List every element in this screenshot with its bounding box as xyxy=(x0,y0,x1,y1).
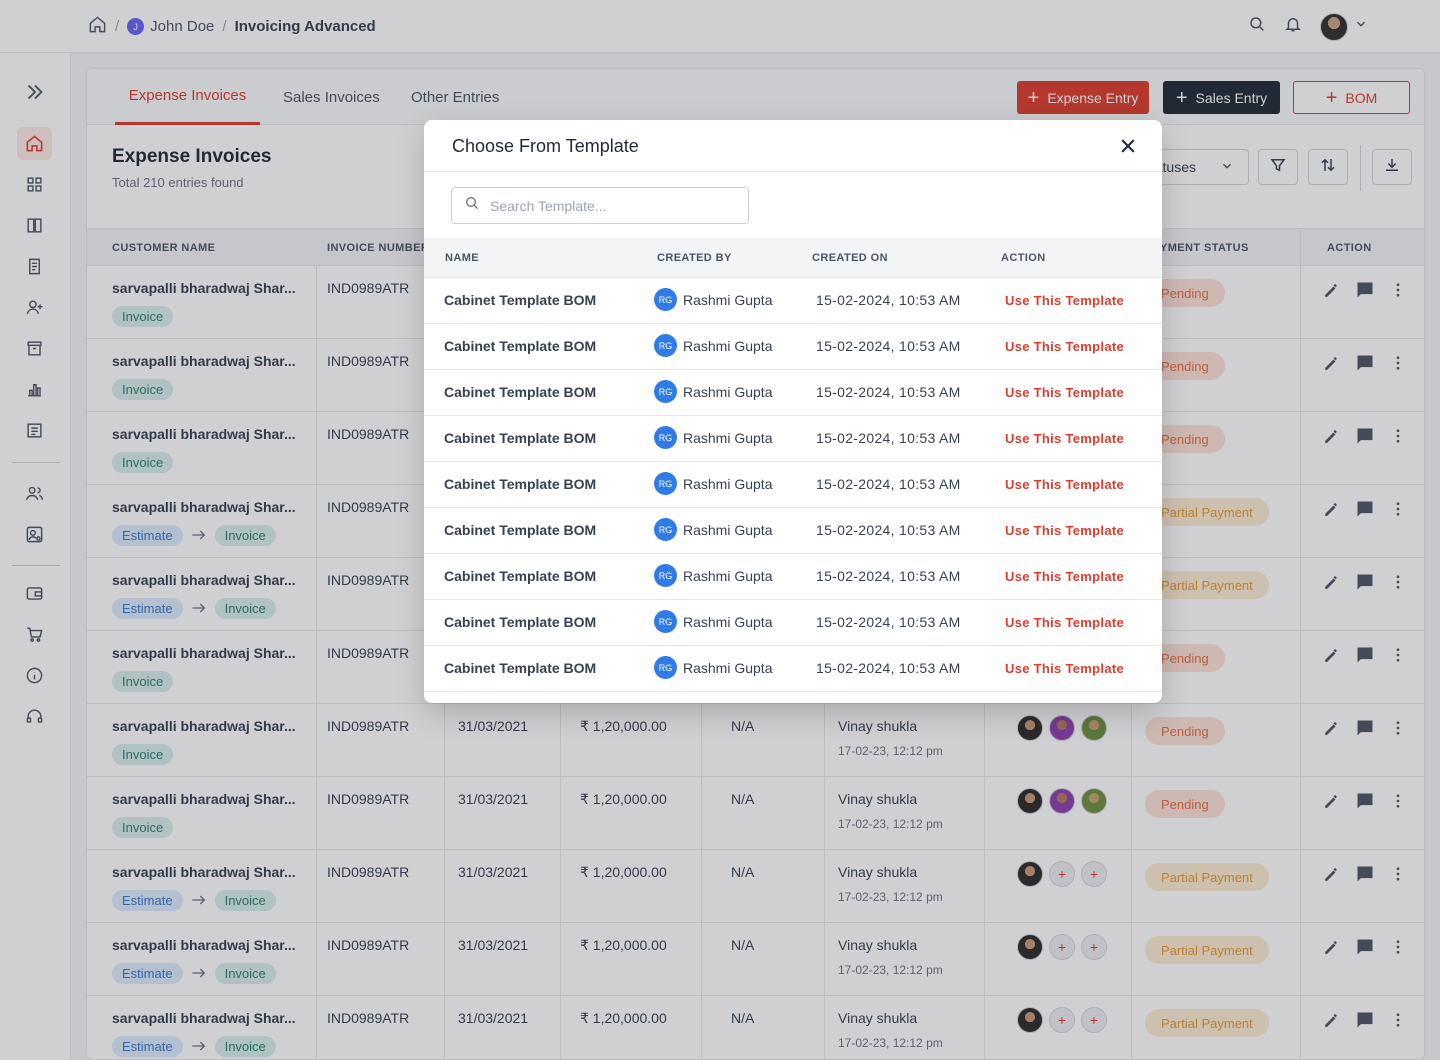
creator-initials-avatar: RG xyxy=(654,656,677,679)
search-icon xyxy=(464,195,480,216)
use-template-button[interactable]: Use This Template xyxy=(1005,339,1124,354)
modal-title: Choose From Template xyxy=(452,136,639,156)
creator-name: Rashmi Gupta xyxy=(683,521,773,538)
header-created-on: CREATED ON xyxy=(812,252,888,264)
creator-name: Rashmi Gupta xyxy=(683,337,773,354)
creator-initials-avatar: RG xyxy=(654,518,677,541)
template-row: Cabinet Template BOM RG Rashmi Gupta 15-02-… xyxy=(424,508,1162,554)
template-creator: RG Rashmi Gupta xyxy=(654,518,772,541)
template-created-on: 15-02-2024, 10:53 AM xyxy=(816,384,961,400)
template-name: Cabinet Template BOM xyxy=(444,338,597,354)
template-created-on: 15-02-2024, 10:53 AM xyxy=(816,568,961,584)
template-created-on: 15-02-2024, 10:53 AM xyxy=(816,476,961,492)
template-creator: RG Rashmi Gupta xyxy=(654,564,772,587)
template-row: Cabinet Template BOM RG Rashmi Gupta 15-02-… xyxy=(424,554,1162,600)
template-name: Cabinet Template BOM xyxy=(444,384,597,400)
template-creator: RG Rashmi Gupta xyxy=(654,380,772,403)
template-name: Cabinet Template BOM xyxy=(444,292,597,308)
template-created-on: 15-02-2024, 10:53 AM xyxy=(816,522,961,538)
close-icon[interactable] xyxy=(1116,134,1140,158)
creator-name: Rashmi Gupta xyxy=(683,567,773,584)
template-search-box[interactable] xyxy=(451,187,749,224)
template-created-on: 15-02-2024, 10:53 AM xyxy=(816,430,961,446)
creator-initials-avatar: RG xyxy=(654,472,677,495)
use-template-button[interactable]: Use This Template xyxy=(1005,385,1124,400)
template-search-input[interactable] xyxy=(490,197,730,214)
creator-initials-avatar: RG xyxy=(654,334,677,357)
use-template-button[interactable]: Use This Template xyxy=(1005,477,1124,492)
template-row: Cabinet Template BOM RG Rashmi Gupta 15-02-… xyxy=(424,416,1162,462)
use-template-button[interactable]: Use This Template xyxy=(1005,569,1124,584)
template-row: Cabinet Template BOM RG Rashmi Gupta 15-02-… xyxy=(424,278,1162,324)
template-creator: RG Rashmi Gupta xyxy=(654,656,772,679)
creator-name: Rashmi Gupta xyxy=(683,475,773,492)
template-name: Cabinet Template BOM xyxy=(444,430,597,446)
template-creator: RG Rashmi Gupta xyxy=(654,610,772,633)
creator-name: Rashmi Gupta xyxy=(683,383,773,400)
template-name: Cabinet Template BOM xyxy=(444,660,597,676)
creator-initials-avatar: RG xyxy=(654,610,677,633)
template-row: Cabinet Template BOM RG Rashmi Gupta 15-02-… xyxy=(424,646,1162,692)
modal-header: Choose From Template xyxy=(424,120,1162,172)
template-created-on: 15-02-2024, 10:53 AM xyxy=(816,338,961,354)
template-row: Cabinet Template BOM RG Rashmi Gupta 15-02-… xyxy=(424,370,1162,416)
template-name: Cabinet Template BOM xyxy=(444,522,597,538)
use-template-button[interactable]: Use This Template xyxy=(1005,661,1124,676)
template-created-on: 15-02-2024, 10:53 AM xyxy=(816,660,961,676)
template-row: Cabinet Template BOM RG Rashmi Gupta 15-02-… xyxy=(424,462,1162,508)
use-template-button[interactable]: Use This Template xyxy=(1005,293,1124,308)
template-name: Cabinet Template BOM xyxy=(444,476,597,492)
template-created-on: 15-02-2024, 10:53 AM xyxy=(816,292,961,308)
use-template-button[interactable]: Use This Template xyxy=(1005,431,1124,446)
use-template-button[interactable]: Use This Template xyxy=(1005,615,1124,630)
template-creator: RG Rashmi Gupta xyxy=(654,334,772,357)
creator-name: Rashmi Gupta xyxy=(683,659,773,676)
template-creator: RG Rashmi Gupta xyxy=(654,426,772,449)
template-name: Cabinet Template BOM xyxy=(444,614,597,630)
choose-template-modal: Choose From Template NAME CREATED BY CRE… xyxy=(424,120,1162,703)
template-table-header: NAME CREATED BY CREATED ON ACTION xyxy=(424,238,1162,278)
creator-initials-avatar: RG xyxy=(654,426,677,449)
creator-initials-avatar: RG xyxy=(654,380,677,403)
creator-name: Rashmi Gupta xyxy=(683,291,773,308)
creator-name: Rashmi Gupta xyxy=(683,429,773,446)
template-creator: RG Rashmi Gupta xyxy=(654,288,772,311)
template-row: Cabinet Template BOM RG Rashmi Gupta 15-02-… xyxy=(424,600,1162,646)
template-creator: RG Rashmi Gupta xyxy=(654,472,772,495)
header-name: NAME xyxy=(445,252,479,264)
template-row: Cabinet Template BOM RG Rashmi Gupta 15-02-… xyxy=(424,324,1162,370)
creator-initials-avatar: RG xyxy=(654,564,677,587)
header-template-action: ACTION xyxy=(1001,252,1046,264)
template-table-body: Cabinet Template BOM RG Rashmi Gupta 15-02-… xyxy=(424,278,1162,692)
template-name: Cabinet Template BOM xyxy=(444,568,597,584)
header-created-by: CREATED BY xyxy=(657,252,732,264)
creator-initials-avatar: RG xyxy=(654,288,677,311)
use-template-button[interactable]: Use This Template xyxy=(1005,523,1124,538)
template-created-on: 15-02-2024, 10:53 AM xyxy=(816,614,961,630)
creator-name: Rashmi Gupta xyxy=(683,613,773,630)
